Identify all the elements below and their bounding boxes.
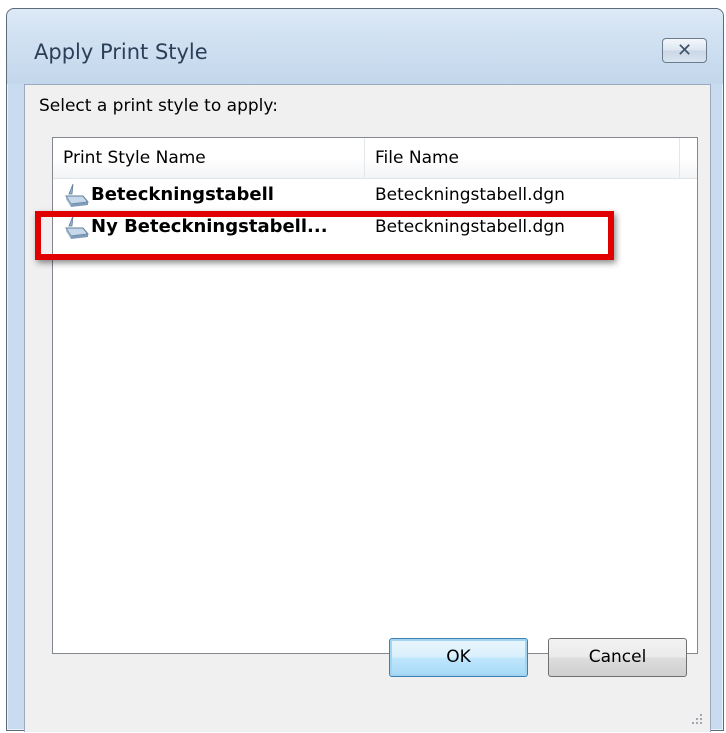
cancel-button[interactable]: Cancel <box>548 638 687 677</box>
close-icon: ✕ <box>676 40 693 61</box>
print-style-name: Beteckningstabell <box>91 184 274 205</box>
list-header: Print Style Name File Name <box>53 138 697 179</box>
file-name: Beteckningstabell.dgn <box>375 217 565 237</box>
print-style-list[interactable]: Print Style Name File Name Beteckningsta… <box>52 137 698 654</box>
ok-button[interactable]: OK <box>389 638 528 677</box>
column-header-file-name[interactable]: File Name <box>365 138 680 178</box>
file-name: Beteckningstabell.dgn <box>375 185 565 205</box>
dialog-title: Apply Print Style <box>34 40 208 64</box>
apply-print-style-dialog: Apply Print Style ✕ Select a print style… <box>6 8 724 732</box>
print-style-icon <box>65 215 89 239</box>
close-button[interactable]: ✕ <box>662 38 707 63</box>
dialog-body: Select a print style to apply: Print Sty… <box>24 84 711 732</box>
instruction-label: Select a print style to apply: <box>39 96 278 116</box>
print-style-name: Ny Beteckningstabell... <box>91 216 328 237</box>
print-style-icon <box>65 183 89 207</box>
list-item[interactable]: Beteckningstabell Beteckningstabell.dgn <box>53 180 697 212</box>
resize-grip-icon[interactable] <box>690 712 704 726</box>
title-bar[interactable]: Apply Print Style ✕ <box>7 9 723 84</box>
column-header-print-style-name[interactable]: Print Style Name <box>53 138 365 178</box>
list-item[interactable]: Ny Beteckningstabell... Beteckningstabel… <box>53 212 697 244</box>
